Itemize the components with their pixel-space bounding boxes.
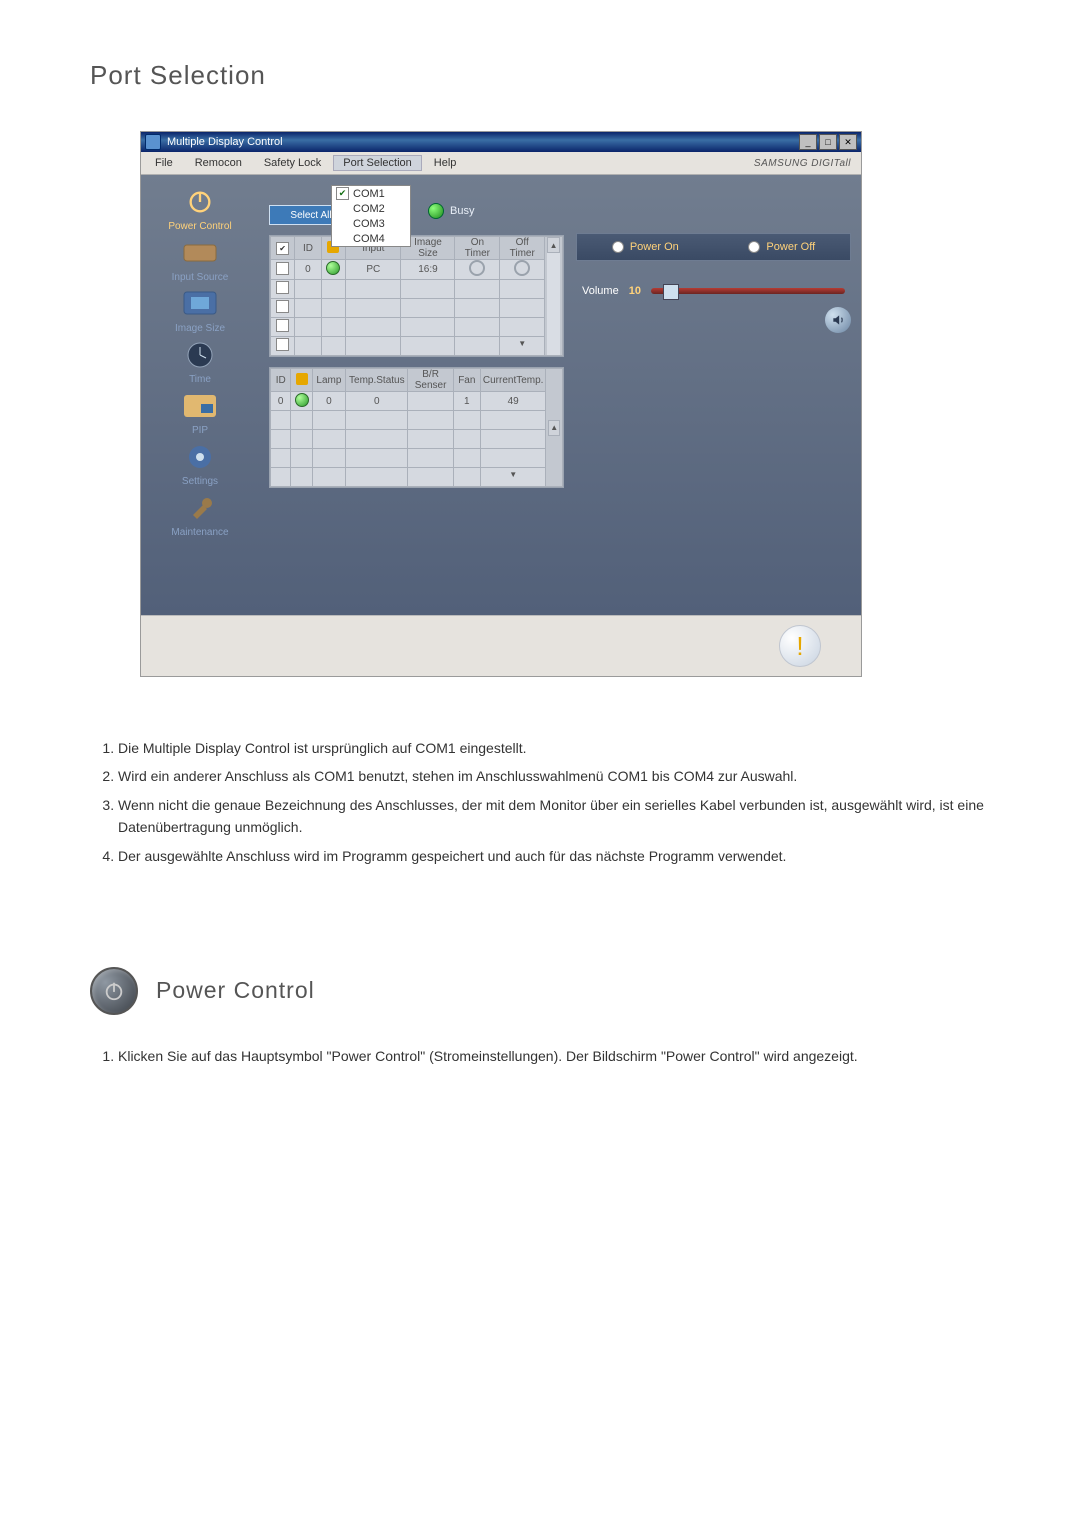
mdc-window: Multiple Display Control _ □ ✕ File Remo… [140, 131, 862, 677]
list-item: Wenn nicht die genaue Bezeichnung des An… [118, 794, 990, 839]
menu-help[interactable]: Help [424, 155, 467, 171]
col2-id: ID [271, 369, 291, 392]
nav-settings-label: Settings [182, 476, 218, 487]
row-checkbox[interactable] [276, 281, 289, 294]
volume-value: 10 [629, 285, 641, 297]
port-option-com3[interactable]: COM3 [332, 216, 410, 231]
scroll-up-button[interactable]: ▲ [547, 237, 560, 253]
on-timer-icon [469, 260, 485, 276]
table-row[interactable]: ▼ [271, 337, 563, 356]
col2-fan: Fan [453, 369, 480, 392]
nav-image-size[interactable]: Image Size [175, 287, 225, 334]
minimize-button[interactable]: _ [799, 134, 817, 150]
nav-maintenance[interactable]: Maintenance [171, 491, 228, 538]
col2-br-senser: B/R Senser [408, 369, 453, 392]
col2-temp-status: Temp.Status [346, 369, 408, 392]
list-item: Der ausgewählte Anschluss wird im Progra… [118, 845, 990, 867]
nav-power-control-label: Power Control [168, 221, 231, 232]
col2-status [291, 369, 312, 392]
section-title-power-control: Power Control [156, 977, 315, 1004]
nav-input-source[interactable]: Input Source [172, 236, 229, 283]
off-timer-icon [514, 260, 530, 276]
info-icon: ! [779, 625, 821, 667]
description-list-2: Klicken Sie auf das Hauptsymbol "Power C… [90, 1045, 990, 1067]
nav-power-control[interactable]: Power Control [168, 185, 231, 232]
table-row[interactable]: 0 0 0 1 49 [271, 392, 563, 411]
list-item: Wird ein anderer Anschluss als COM1 benu… [118, 765, 990, 787]
table-row[interactable] [271, 318, 563, 337]
scroll-down-button[interactable]: ▼ [502, 339, 542, 353]
app-icon [145, 134, 161, 150]
port-option-com4[interactable]: COM4 [332, 231, 410, 246]
row-checkbox[interactable] [276, 262, 289, 275]
status-grid: ID Lamp Temp.Status B/R Senser Fan Curre… [269, 367, 564, 488]
description-list-1: Die Multiple Display Control ist ursprün… [90, 737, 990, 867]
table-row[interactable] [271, 430, 563, 449]
row-checkbox[interactable] [276, 319, 289, 332]
col2-current-temp: CurrentTemp. [480, 369, 546, 392]
radio-icon [612, 241, 624, 253]
table-row[interactable] [271, 299, 563, 318]
status-header-icon [296, 373, 308, 385]
nav-image-size-label: Image Size [175, 323, 225, 334]
table-row[interactable] [271, 280, 563, 299]
check-icon: ✔ [336, 187, 349, 200]
table-row[interactable] [271, 449, 563, 468]
nav-maintenance-label: Maintenance [171, 527, 228, 538]
col-off-timer: Off Timer [500, 237, 545, 260]
section-title-port-selection: Port Selection [90, 60, 990, 91]
close-button[interactable]: ✕ [839, 134, 857, 150]
port-option-com1[interactable]: ✔COM1 [332, 186, 410, 201]
power-control-icon [90, 967, 138, 1015]
col-id: ID [295, 237, 321, 260]
window-title: Multiple Display Control [167, 136, 283, 148]
port-selection-dropdown[interactable]: ✔COM1 COM2 COM3 COM4 [331, 185, 411, 247]
row-checkbox[interactable] [276, 338, 289, 351]
power-on-button[interactable]: Power On [612, 241, 679, 253]
table-row[interactable] [271, 411, 563, 430]
maximize-button[interactable]: □ [819, 134, 837, 150]
nav-time[interactable]: Time [179, 338, 221, 385]
nav-time-label: Time [189, 374, 211, 385]
menu-port-selection[interactable]: Port Selection [333, 155, 421, 171]
table-row[interactable]: 0 PC 16:9 [271, 260, 563, 280]
busy-label: Busy [450, 205, 474, 217]
row-checkbox[interactable] [276, 300, 289, 313]
radio-icon [748, 241, 760, 253]
table-row[interactable]: ▼ [271, 468, 563, 487]
menu-remocon[interactable]: Remocon [185, 155, 252, 171]
scroll-down-button[interactable]: ▼ [483, 470, 544, 484]
menu-safety-lock[interactable]: Safety Lock [254, 155, 331, 171]
list-item: Klicken Sie auf das Hauptsymbol "Power C… [118, 1045, 990, 1067]
sidebar: Power Control Input Source Image Size Ti… [141, 175, 259, 615]
menu-file[interactable]: File [145, 155, 183, 171]
nav-pip[interactable]: PIP [179, 389, 221, 436]
busy-led-icon [428, 203, 444, 219]
scroll-up-button[interactable]: ▲ [548, 420, 560, 436]
nav-pip-label: PIP [192, 425, 208, 436]
display-grid: ✔ ID Input Image Size On Timer Off Timer… [269, 235, 564, 357]
status-led-icon [326, 261, 340, 275]
select-all-checkbox[interactable]: ✔ [276, 242, 289, 255]
nav-settings[interactable]: Settings [179, 440, 221, 487]
list-item: Die Multiple Display Control ist ursprün… [118, 737, 990, 759]
speaker-icon [825, 307, 851, 333]
volume-slider-handle[interactable] [663, 284, 679, 300]
status-led-icon [295, 393, 309, 407]
col2-lamp: Lamp [312, 369, 345, 392]
port-option-com2[interactable]: COM2 [332, 201, 410, 216]
brand-label: SAMSUNG DIGITall [754, 158, 857, 169]
menubar: File Remocon Safety Lock Port Selection … [141, 152, 861, 175]
power-off-button[interactable]: Power Off [748, 241, 815, 253]
power-buttons-bar: Power On Power Off [576, 233, 851, 261]
volume-label: Volume [582, 285, 619, 297]
volume-slider[interactable] [651, 288, 845, 294]
titlebar: Multiple Display Control _ □ ✕ [141, 132, 861, 152]
status-bar: ! [141, 615, 861, 676]
nav-input-source-label: Input Source [172, 272, 229, 283]
col-on-timer: On Timer [455, 237, 500, 260]
busy-indicator: Busy [428, 203, 474, 219]
